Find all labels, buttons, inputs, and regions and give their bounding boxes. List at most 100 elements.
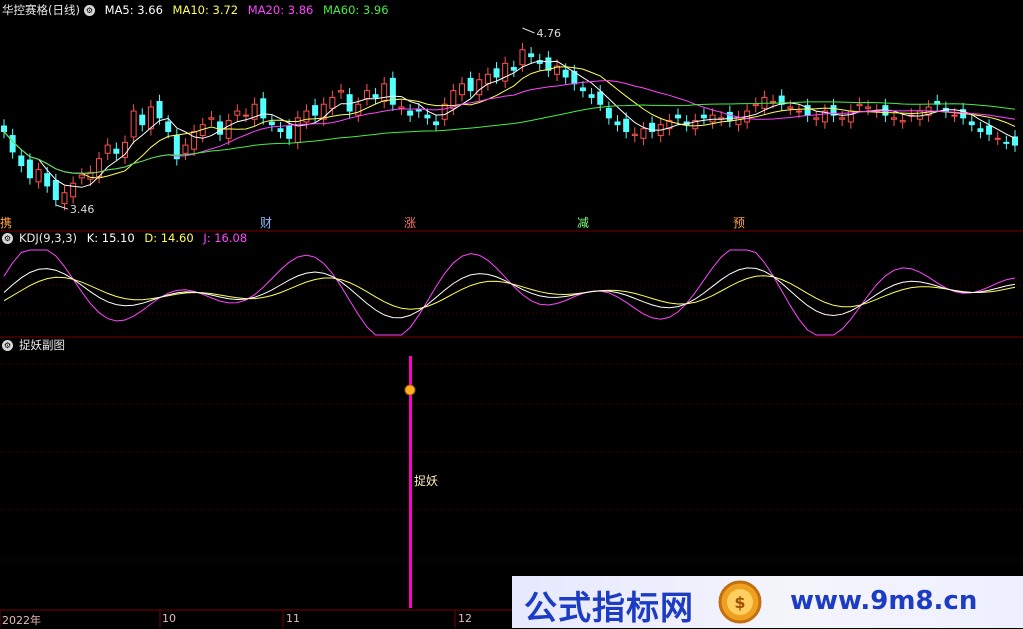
candle-body — [986, 125, 993, 135]
candle-body — [441, 103, 448, 120]
candle-body — [44, 173, 51, 187]
signal-dot-icon — [404, 384, 416, 396]
candle-body — [899, 120, 906, 123]
candle-body — [381, 83, 388, 103]
candle-body — [605, 107, 612, 119]
candle-body — [579, 87, 586, 92]
candle-body — [61, 192, 68, 205]
candle-body — [510, 66, 517, 71]
candle-body — [484, 73, 491, 85]
candle-body — [372, 94, 379, 98]
candle-body — [476, 79, 483, 96]
candle-body — [623, 118, 630, 132]
candle-body — [709, 114, 716, 123]
candle-body — [208, 117, 215, 120]
candle-body — [156, 101, 163, 119]
candle-body — [338, 90, 344, 93]
event-marker-3[interactable]: 涨 — [404, 214, 416, 231]
ma20-line — [3, 80, 1016, 174]
stock-chart-canvas[interactable]: 4.76 3.46 捉妖 — [0, 0, 1023, 628]
candle-body — [770, 101, 777, 104]
ma60-value: MA60: 3.96 — [322, 3, 389, 17]
sub-settings-gear-icon[interactable]: ⚙ — [2, 340, 13, 351]
watermark-banner[interactable]: 公式指标网 $ www.9m8.cn — [512, 576, 1023, 628]
ma60-line — [3, 101, 1016, 174]
candle-body — [458, 83, 465, 96]
candle-body — [795, 110, 802, 113]
candle-body — [113, 148, 120, 154]
low-price-label: 3.46 — [70, 203, 95, 216]
candle-body — [562, 69, 569, 78]
candle-body — [96, 158, 103, 177]
candle-body — [26, 159, 33, 179]
candle-body — [787, 106, 794, 109]
candle-body — [424, 114, 431, 119]
candle-body — [588, 94, 595, 98]
candle-body — [1, 125, 7, 132]
candle-body — [856, 103, 863, 107]
candle-body — [839, 117, 846, 120]
candle-body — [104, 144, 111, 154]
settings-gear-icon[interactable]: ⚙ — [83, 5, 95, 16]
candle-body — [165, 121, 172, 132]
candle-body — [147, 106, 154, 130]
kdj-j-line — [3, 249, 1016, 336]
candle-body — [277, 128, 284, 132]
high-pointer — [522, 27, 535, 34]
candle-body — [415, 109, 422, 112]
high-price-label: 4.76 — [536, 27, 561, 40]
kdj-j-value: J: 16.08 — [203, 231, 248, 245]
candle-body — [1003, 141, 1010, 144]
sub-chart-title[interactable]: 捉妖副图 — [19, 338, 65, 352]
candle-body — [865, 106, 872, 109]
candle-body — [191, 130, 198, 150]
candle-body — [139, 114, 146, 126]
candle-body — [631, 133, 638, 137]
x-label-dec: 12 — [458, 612, 472, 625]
stock-title[interactable]: 华控赛格(日线) — [2, 3, 80, 17]
candle-body — [407, 110, 414, 116]
signal-label: 捉妖 — [414, 473, 438, 488]
candle-body — [519, 49, 526, 66]
kdj-d-value: D: 14.60 — [144, 231, 194, 245]
candle-body — [234, 110, 241, 116]
event-marker-4[interactable]: 减 — [577, 214, 589, 231]
candle-body — [52, 179, 59, 201]
candle-body — [130, 110, 137, 138]
candle-body — [545, 57, 552, 71]
candle-body — [18, 155, 25, 167]
candle-body — [597, 91, 604, 105]
x-label-year: 2022年 — [2, 614, 41, 627]
watermark-site-name: 公式指标网 — [524, 588, 694, 627]
candle-body — [286, 125, 293, 139]
candle-body — [35, 169, 42, 183]
x-label-oct: 10 — [162, 612, 176, 625]
candle-body — [70, 182, 77, 198]
candle-body — [398, 106, 405, 109]
kdj-header: ⚙ KDJ(9,3,3) K: 15.10 D: 14.60 J: 16.08 — [0, 230, 253, 246]
event-marker-5[interactable]: 预 — [733, 214, 745, 231]
candle-body — [726, 111, 733, 122]
candle-body — [363, 90, 370, 100]
candle-body — [78, 174, 85, 179]
event-marker-2[interactable]: 财 — [260, 214, 272, 231]
candle-body — [303, 110, 310, 123]
candle-body — [994, 137, 1001, 140]
candle-body — [312, 105, 319, 116]
candle-body — [891, 117, 898, 120]
candle-body — [260, 98, 267, 119]
event-marker-1[interactable]: 携 — [0, 214, 12, 231]
candle-body — [502, 62, 509, 82]
ma10-line — [3, 66, 1016, 179]
candle-body — [182, 144, 189, 154]
low-pointer — [55, 204, 69, 210]
kdj-settings-gear-icon[interactable]: ⚙ — [2, 233, 13, 244]
candle-body — [977, 128, 984, 132]
candle-body — [675, 114, 681, 119]
kdj-k-line — [3, 267, 1016, 319]
kdj-title[interactable]: KDJ(9,3,3) — [19, 231, 77, 245]
candle-body — [813, 117, 820, 120]
ma5-value: MA5: 3.66 — [104, 3, 163, 17]
candle-body — [700, 114, 707, 119]
svg-text:$: $ — [734, 593, 745, 612]
